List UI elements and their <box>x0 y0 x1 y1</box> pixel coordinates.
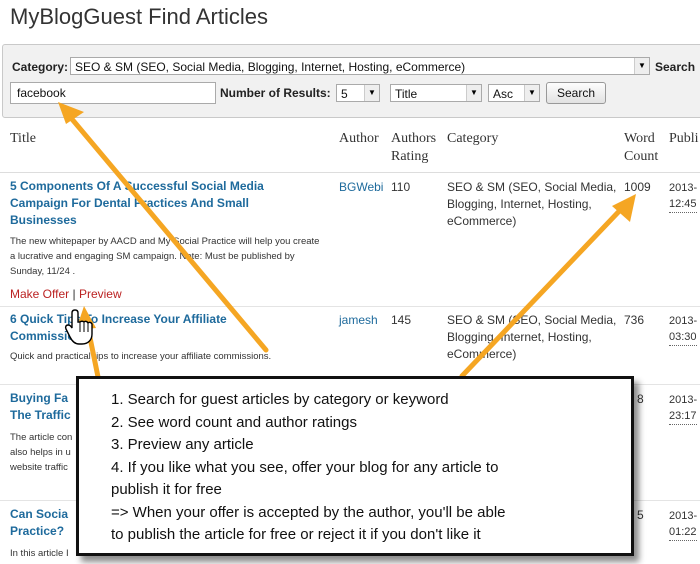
instructions-callout: 1. Search for guest articles by category… <box>76 376 634 556</box>
arrow-to-word-count <box>459 194 636 379</box>
arrow-to-search-field <box>58 102 269 353</box>
callout-line: => When your offer is accepted by the au… <box>111 503 506 521</box>
callout-line: 4. If you like what you see, offer your … <box>111 458 499 476</box>
callout-line: 2. See word count and author ratings <box>111 413 357 431</box>
callout-line: to publish the article for free or rejec… <box>111 526 481 543</box>
callout-line: 3. Preview any article <box>111 436 254 453</box>
callout-line: publish it for free <box>111 481 222 498</box>
callout-line: 1. Search for guest articles by category… <box>111 391 449 408</box>
